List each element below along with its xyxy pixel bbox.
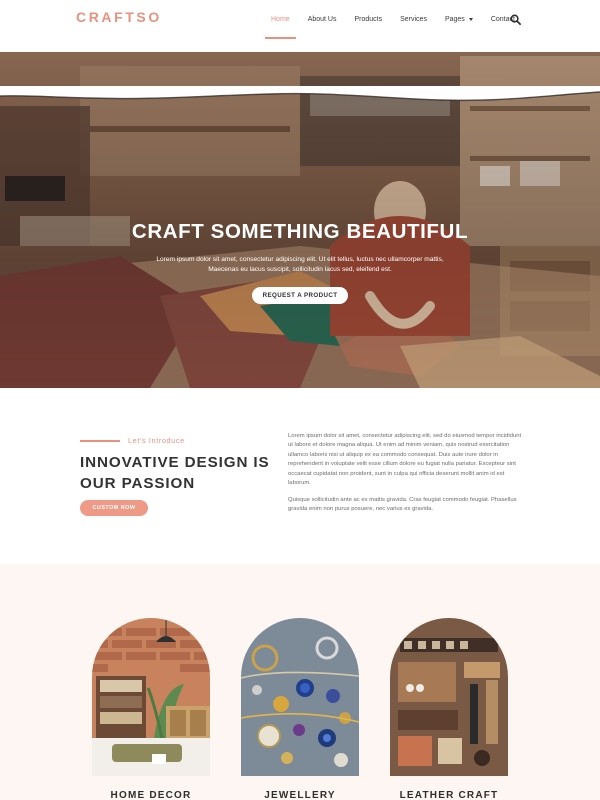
main-nav: Home About Us Products Services Pages Co… (262, 14, 524, 39)
category-label[interactable]: LEATHER CRAFT (390, 790, 508, 800)
section-title: INNOVATIVE DESIGN IS OUR PASSION (80, 454, 270, 492)
intro-section: Let’s Introduce INNOVATIVE DESIGN IS OUR… (0, 388, 600, 564)
search-icon[interactable] (510, 14, 521, 25)
nav-item-services[interactable]: Services (391, 14, 436, 38)
nav-item-about-us[interactable]: About Us (299, 14, 346, 38)
custom-now-button[interactable]: CUSTOM NOW (80, 500, 148, 516)
category-card-home-decor[interactable]: HOME DECOR (92, 618, 210, 800)
nav-item-home[interactable]: Home (262, 14, 299, 39)
home-decor-image (92, 618, 210, 776)
jewellery-image (241, 618, 359, 776)
eyebrow-divider (80, 440, 120, 442)
request-product-button[interactable]: REQUEST A PRODUCT (252, 287, 348, 304)
hero-banner: CRAFT SOMETHING BEAUTIFUL Lorem ipsum do… (0, 46, 600, 388)
hero-wave-divider (0, 86, 600, 102)
nav-item-products[interactable]: Products (345, 14, 391, 38)
category-image[interactable] (92, 618, 210, 776)
nav-item-pages[interactable]: Pages (436, 14, 482, 38)
intro-paragraph: Quisque sollicitudin ante ac ex mattis g… (288, 497, 517, 513)
leather-craft-image (390, 618, 508, 776)
nav-item-label: Services (400, 16, 427, 23)
category-image[interactable] (390, 618, 508, 776)
chevron-down-icon (468, 18, 473, 21)
nav-item-label: Products (354, 16, 383, 23)
nav-item-label: Home (271, 16, 290, 23)
category-label[interactable]: HOME DECOR (92, 790, 210, 800)
category-card-jewellery[interactable]: JEWELLERY (241, 618, 359, 800)
nav-item-label: About Us (307, 16, 337, 23)
hero-description: Lorem ipsum dolor sit amet, consectetur … (156, 256, 444, 273)
category-card-leather-craft[interactable]: LEATHER CRAFT (390, 618, 508, 800)
section-eyebrow: Let’s Introduce (128, 436, 185, 445)
categories-section: HOME DECOR JEWELLERY LEATHER CRAFT (0, 564, 600, 800)
site-logo[interactable]: CRAFTSO (76, 9, 162, 25)
intro-paragraph: Lorem ipsum dolor sit amet, consectetur … (288, 433, 522, 487)
nav-item-label: Pages (444, 16, 465, 23)
category-label[interactable]: JEWELLERY (241, 790, 359, 800)
site-header: CRAFTSO Home About Us Products Services … (0, 0, 600, 52)
category-image[interactable] (241, 618, 359, 776)
hero-title: CRAFT SOMETHING BEAUTIFUL (131, 220, 469, 243)
